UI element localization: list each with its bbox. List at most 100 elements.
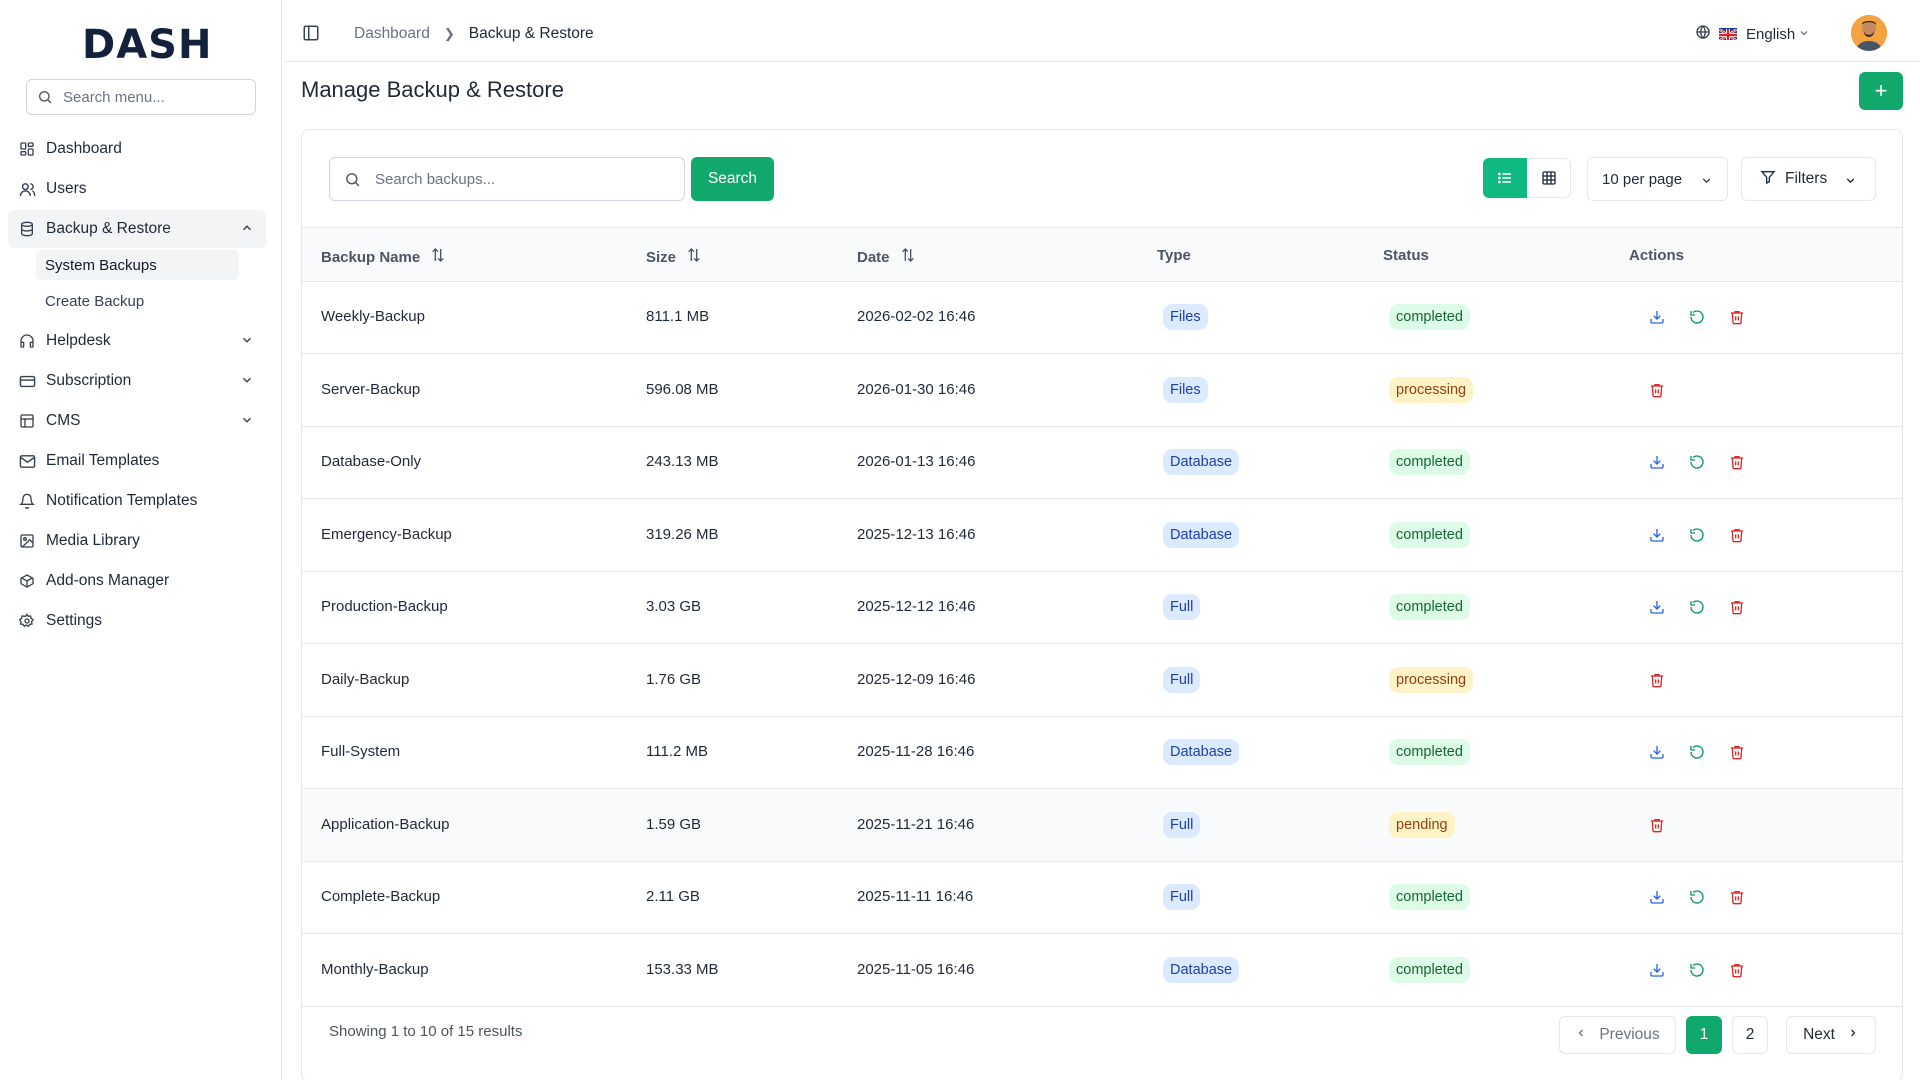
sidebar-search[interactable] [26,79,256,115]
dash-logo[interactable]: DASH [82,22,212,68]
users-icon [18,180,36,198]
restore-button[interactable] [1688,743,1706,761]
chevron-left-icon [1575,1026,1587,1044]
sidebar-item-label: Notification Templates [46,492,197,510]
sidebar-item-media-library[interactable]: Media Library [8,522,266,560]
sidebar-item-label: Settings [46,612,102,630]
previous-page-button[interactable]: Previous [1559,1016,1676,1054]
restore-icon [1689,599,1705,615]
page-title: Manage Backup & Restore [301,77,564,103]
sidebar-item-addons-manager[interactable]: Add-ons Manager [8,562,266,600]
backup-search[interactable] [329,157,685,201]
sidebar-item-label: Subscription [46,372,131,390]
per-page-select[interactable]: 10 per page [1587,157,1728,201]
column-backup-name[interactable]: Backup Name [321,247,446,267]
column-label: Backup Name [321,249,420,266]
sidebar-item-notification-templates[interactable]: Notification Templates [8,482,266,520]
sidebar-item-label: Add-ons Manager [46,572,169,590]
chevron-down-icon [1700,174,1713,191]
download-icon [1649,962,1665,978]
avatar[interactable] [1851,15,1887,51]
sidebar-search-input[interactable] [63,89,243,106]
delete-button[interactable] [1728,961,1746,979]
delete-button[interactable] [1728,598,1746,616]
layout-icon [18,412,36,430]
sidebar-item-cms[interactable]: CMS [8,402,266,440]
filters-button[interactable]: Filters [1741,157,1876,201]
table-row: Weekly-Backup811.1 MB2026-02-02 16:46Fil… [302,282,1902,354]
language-selector[interactable]: English [1695,24,1810,44]
next-page-button[interactable]: Next [1786,1016,1876,1054]
download-button[interactable] [1648,961,1666,979]
sidebar-item-label: Dashboard [46,140,122,158]
column-size[interactable]: Size [646,247,702,267]
size-cell: 3.03 GB [646,598,701,615]
sidebar-item-email-templates[interactable]: Email Templates [8,442,266,480]
status-badge: completed [1389,594,1470,620]
download-button[interactable] [1648,598,1666,616]
restore-button[interactable] [1688,308,1706,326]
sidebar-item-users[interactable]: Users [8,170,266,208]
size-cell: 2.11 GB [646,888,700,905]
download-button[interactable] [1648,888,1666,906]
restore-button[interactable] [1688,526,1706,544]
backup-name-cell: Weekly-Backup [321,308,425,325]
sidebar-item-label: Users [46,180,86,198]
card-icon [18,372,36,390]
download-button[interactable] [1648,453,1666,471]
delete-button[interactable] [1648,671,1666,689]
sidebar-item-subscription[interactable]: Subscription [8,362,266,400]
sidebar-item-settings[interactable]: Settings [8,602,266,640]
grid-view-button[interactable] [1527,158,1571,198]
sidebar-toggle-button[interactable] [302,24,322,44]
page-1-button[interactable]: 1 [1686,1016,1722,1054]
page-2-button[interactable]: 2 [1732,1016,1768,1054]
status-badge: processing [1389,667,1473,693]
delete-button[interactable] [1728,526,1746,544]
backup-name-cell: Complete-Backup [321,888,440,905]
status-badge: completed [1389,739,1470,765]
delete-button[interactable] [1648,816,1666,834]
restore-button[interactable] [1688,453,1706,471]
status-badge: completed [1389,884,1470,910]
mail-icon [18,452,36,470]
add-backup-button[interactable]: + [1859,72,1903,110]
trash-icon [1729,744,1745,760]
plus-icon: + [1875,78,1888,104]
sidebar-subitem-system-backups[interactable]: System Backups [36,250,239,280]
delete-button[interactable] [1728,308,1746,326]
sidebar-item-dashboard[interactable]: Dashboard [8,130,266,168]
column-label: Actions [1629,247,1684,264]
delete-button[interactable] [1728,453,1746,471]
search-button[interactable]: Search [691,157,774,201]
column-date[interactable]: Date [857,247,916,267]
download-button[interactable] [1648,308,1666,326]
sidebar-item-backup-restore[interactable]: Backup & Restore [8,210,266,248]
type-badge: Full [1163,594,1200,620]
breadcrumb-dashboard[interactable]: Dashboard [354,25,430,43]
size-cell: 1.59 GB [646,816,701,833]
download-button[interactable] [1648,743,1666,761]
sidebar-item-label: Media Library [46,532,140,550]
restore-button[interactable] [1688,961,1706,979]
download-button[interactable] [1648,526,1666,544]
size-cell: 1.76 GB [646,671,701,688]
top-bar: Dashboard ❯ Backup & Restore English [283,0,1920,62]
sidebar-item-label: Email Templates [46,452,159,470]
sidebar-item-helpdesk[interactable]: Helpdesk [8,322,266,360]
restore-button[interactable] [1688,598,1706,616]
chevron-down-icon [240,373,254,392]
sidebar-subitem-create-backup[interactable]: Create Backup [36,286,239,316]
gear-icon [18,612,36,630]
backup-name-cell: Emergency-Backup [321,526,452,543]
size-cell: 319.26 MB [646,526,719,543]
backup-search-input[interactable] [375,171,675,188]
table-row: Complete-Backup2.11 GB2025-11-11 16:46Fu… [302,862,1902,934]
restore-button[interactable] [1688,888,1706,906]
delete-button[interactable] [1648,381,1666,399]
delete-button[interactable] [1728,743,1746,761]
delete-button[interactable] [1728,888,1746,906]
headset-icon [18,332,36,350]
trash-icon [1729,889,1745,905]
list-view-button[interactable] [1483,158,1527,198]
